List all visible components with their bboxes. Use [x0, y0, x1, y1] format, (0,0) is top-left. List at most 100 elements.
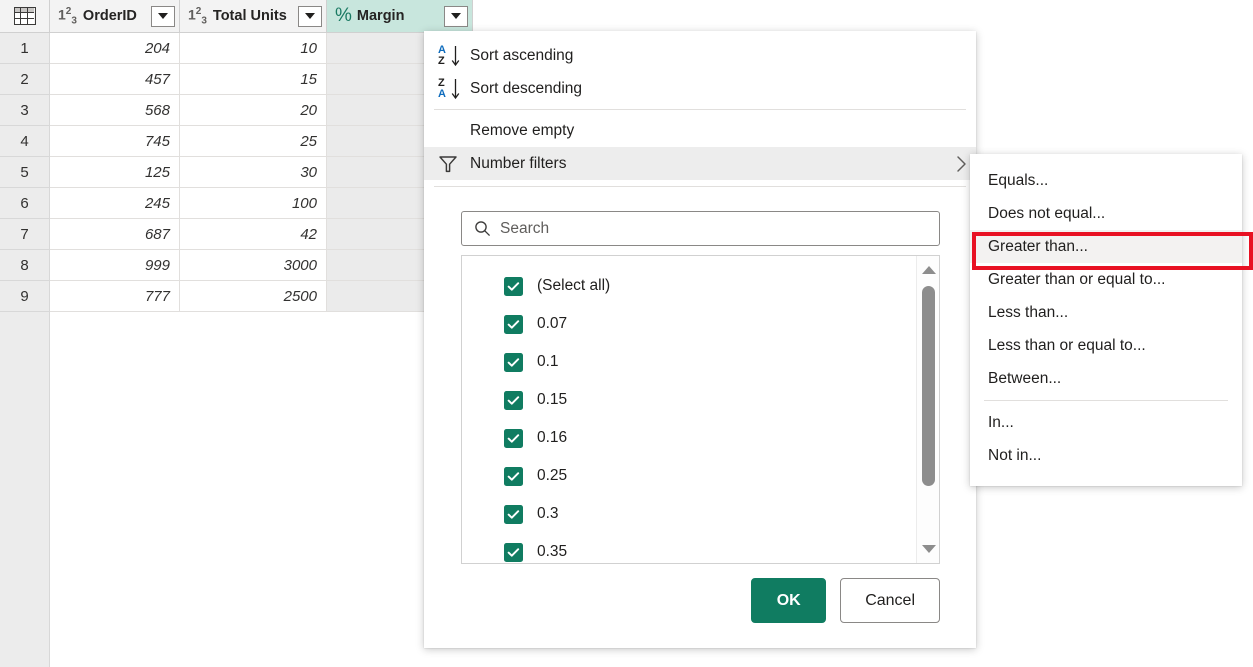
cell-orderid[interactable]: 777: [50, 281, 180, 312]
filter-values-host: (Select all) 0.07 0.1 0.15 0.16 0.25 0.3 0.35: [462, 267, 939, 563]
cell-total-units[interactable]: 42: [180, 219, 327, 250]
table-row: 51253030.0: [0, 157, 473, 188]
filter-dropdown-panel: A Z Sort ascending Z A Sort descending R…: [424, 31, 976, 648]
row-number-cell[interactable]: 6: [0, 188, 50, 219]
cell-orderid[interactable]: 125: [50, 157, 180, 188]
cell-total-units[interactable]: 20: [180, 95, 327, 126]
cell-total-units[interactable]: 10: [180, 33, 327, 64]
cell-total-units[interactable]: 3000: [180, 250, 327, 281]
list-item-label: 0.16: [537, 429, 568, 446]
row-number-cell[interactable]: 5: [0, 157, 50, 188]
sort-descending-icon: Z A: [438, 77, 470, 101]
submenu-item[interactable]: Greater than or equal to...: [970, 263, 1242, 296]
submenu-item[interactable]: Does not equal...: [970, 197, 1242, 230]
list-item[interactable]: 0.16: [462, 419, 939, 457]
grid-corner-cell[interactable]: [0, 0, 50, 33]
cell-orderid[interactable]: 687: [50, 219, 180, 250]
menu-item-sort-descending[interactable]: Z A Sort descending: [424, 72, 976, 105]
scrollbar-thumb[interactable]: [922, 286, 935, 486]
submenu-item[interactable]: Greater than...: [970, 230, 1242, 263]
submenu-item-label: Not in...: [988, 446, 1042, 464]
column-filter-button-total-units[interactable]: [298, 5, 322, 27]
menu-item-label: Sort descending: [470, 79, 583, 97]
checkbox-checked-icon[interactable]: [504, 390, 523, 410]
cell-orderid[interactable]: 999: [50, 250, 180, 281]
submenu-item[interactable]: Equals...: [970, 164, 1242, 197]
cell-total-units[interactable]: 100: [180, 188, 327, 219]
ok-button[interactable]: OK: [751, 578, 827, 623]
cell-orderid[interactable]: 204: [50, 33, 180, 64]
checkbox-checked-icon[interactable]: [504, 352, 523, 372]
column-header-label: Total Units: [212, 8, 287, 24]
row-number-cell[interactable]: 8: [0, 250, 50, 281]
submenu-item[interactable]: Not in...: [970, 439, 1242, 472]
submenu-item[interactable]: Between...: [970, 362, 1242, 395]
column-filter-button-orderid[interactable]: [151, 5, 175, 27]
list-item[interactable]: 0.3: [462, 495, 939, 533]
list-item[interactable]: (Select all): [462, 267, 939, 305]
submenu-divider: [984, 400, 1228, 401]
column-header-orderid[interactable]: 123 OrderID: [50, 0, 180, 33]
cancel-button[interactable]: Cancel: [840, 578, 940, 623]
table-row: 35682015.0: [0, 95, 473, 126]
column-header-total-units[interactable]: 123 Total Units: [180, 0, 327, 33]
column-filter-button-margin[interactable]: [444, 5, 468, 27]
search-input[interactable]: Search: [461, 211, 940, 246]
chevron-down-icon: [305, 13, 315, 19]
checkbox-checked-icon[interactable]: [504, 428, 523, 448]
checkbox-checked-icon[interactable]: [504, 314, 523, 334]
arrow-down-icon: [451, 45, 460, 66]
row-number-cell[interactable]: 2: [0, 64, 50, 95]
list-item[interactable]: 0.25: [462, 457, 939, 495]
cell-orderid[interactable]: 457: [50, 64, 180, 95]
listbox-scrollbar[interactable]: [916, 256, 939, 563]
cell-orderid[interactable]: 568: [50, 95, 180, 126]
menu-item-remove-empty[interactable]: Remove empty: [424, 114, 976, 147]
menu-item-number-filters[interactable]: Number filters: [424, 147, 976, 180]
scroll-up-button[interactable]: [917, 259, 939, 281]
table-icon: [13, 7, 36, 25]
row-number-cell[interactable]: 9: [0, 281, 50, 312]
row-number-cell[interactable]: 1: [0, 33, 50, 64]
cell-orderid[interactable]: 745: [50, 126, 180, 157]
cell-total-units[interactable]: 2500: [180, 281, 327, 312]
row-number-cell[interactable]: 3: [0, 95, 50, 126]
cell-total-units[interactable]: 15: [180, 64, 327, 95]
row-number-cell[interactable]: 7: [0, 219, 50, 250]
submenu-item-label: Between...: [988, 369, 1062, 387]
checkbox-checked-icon[interactable]: [504, 276, 523, 296]
list-item[interactable]: 0.1: [462, 343, 939, 381]
table-row: 8999300016.0: [0, 250, 473, 281]
list-item-label: (Select all): [537, 277, 611, 294]
menu-item-sort-ascending[interactable]: A Z Sort ascending: [424, 39, 976, 72]
sort-ascending-icon: A Z: [438, 44, 470, 68]
submenu-item-label: In...: [988, 413, 1014, 431]
list-item-label: 0.15: [537, 391, 568, 408]
checkbox-checked-icon[interactable]: [504, 542, 523, 562]
submenu-item[interactable]: In...: [970, 406, 1242, 439]
list-item[interactable]: 0.15: [462, 381, 939, 419]
submenu-item[interactable]: Less than...: [970, 296, 1242, 329]
checkbox-checked-icon[interactable]: [504, 504, 523, 524]
filter-values-listbox[interactable]: (Select all) 0.07 0.1 0.15 0.16 0.25 0.3 0.35: [461, 255, 940, 564]
column-header-margin[interactable]: % Margin: [327, 0, 473, 33]
row-gutter-filler: [0, 312, 50, 667]
list-item-label: 0.1: [537, 353, 559, 370]
table-row: 9777250035.0: [0, 281, 473, 312]
scroll-down-button[interactable]: [917, 538, 939, 560]
table-row: 624510050.0: [0, 188, 473, 219]
submenu-item-label: Less than or equal to...: [988, 336, 1146, 354]
arrow-down-icon: [451, 78, 460, 99]
list-item[interactable]: 0.07: [462, 305, 939, 343]
table-row: 2457157.0: [0, 64, 473, 95]
checkbox-checked-icon[interactable]: [504, 466, 523, 486]
submenu-item-label: Does not equal...: [988, 204, 1106, 222]
row-number-cell[interactable]: 4: [0, 126, 50, 157]
cell-orderid[interactable]: 245: [50, 188, 180, 219]
list-item[interactable]: 0.35: [462, 533, 939, 563]
cell-total-units[interactable]: 30: [180, 157, 327, 188]
submenu-item-label: Greater than or equal to...: [988, 270, 1166, 288]
submenu-item-label: Less than...: [988, 303, 1069, 321]
submenu-item[interactable]: Less than or equal to...: [970, 329, 1242, 362]
cell-total-units[interactable]: 25: [180, 126, 327, 157]
